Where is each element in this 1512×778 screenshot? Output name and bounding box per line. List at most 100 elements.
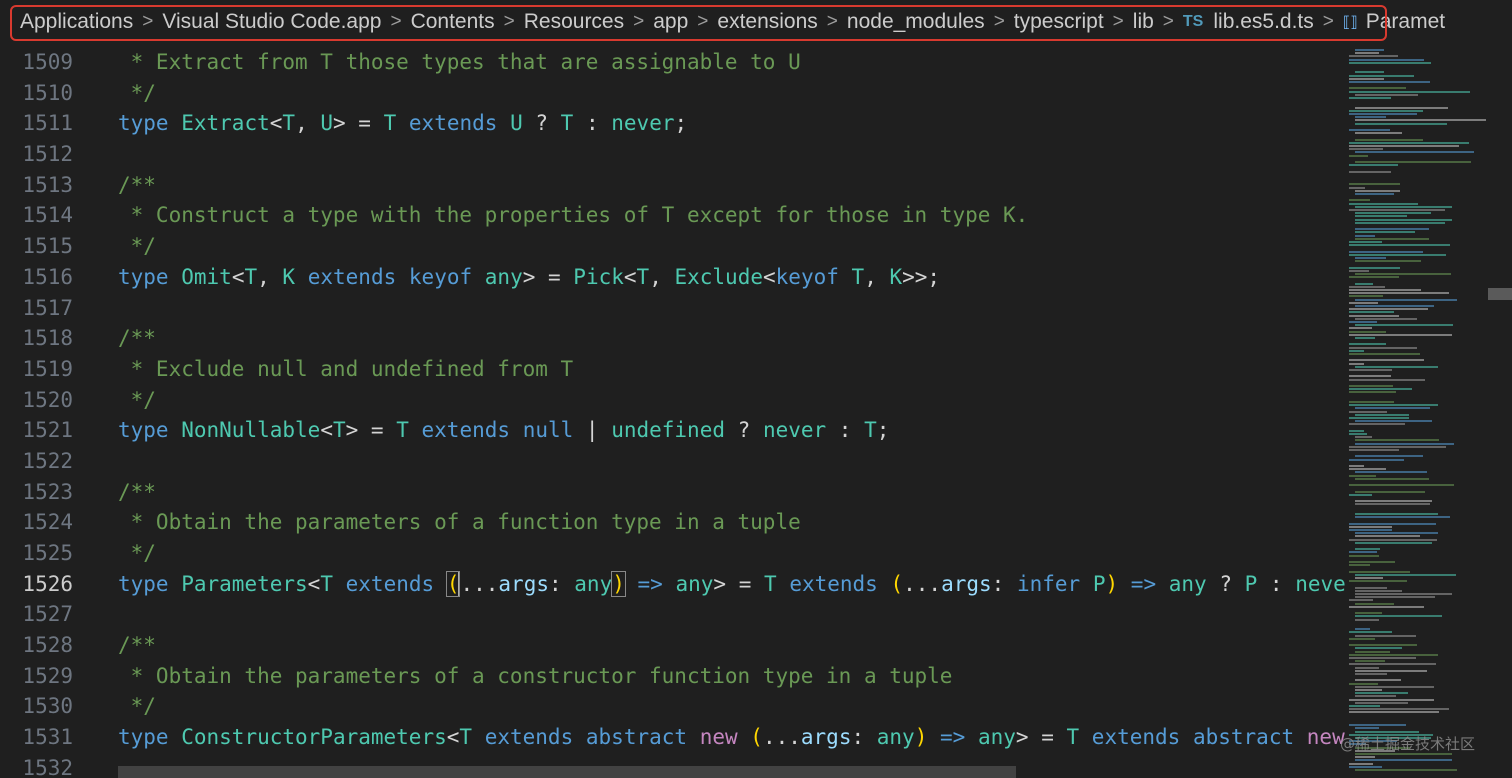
minimap[interactable] (1345, 47, 1487, 778)
minimap-line (1349, 285, 1385, 288)
watermark: @稀土掘金技术社区 (1340, 735, 1476, 753)
minimap-line (1349, 90, 1471, 93)
code-token: /** (118, 326, 156, 351)
code-line[interactable]: 1519 * Exclude null and undefined from T (0, 354, 1345, 385)
minimap-line (1355, 442, 1454, 445)
code-text: * Obtain the parameters of a function ty… (118, 507, 801, 538)
code-line[interactable]: 1523 /** (0, 477, 1345, 508)
code-line[interactable]: 1527 (0, 599, 1345, 630)
code-token: : (548, 571, 575, 596)
minimap-line (1355, 298, 1457, 301)
code-line[interactable]: 1509 * Extract from T those types that a… (0, 47, 1345, 78)
code-line[interactable]: 1530 */ (0, 691, 1345, 722)
code-token: ? (725, 418, 763, 443)
breadcrumb-item[interactable]: lib (1133, 10, 1154, 34)
minimap-line (1355, 490, 1425, 493)
code-line[interactable]: 1510 */ (0, 78, 1345, 109)
minimap-line (1355, 161, 1472, 163)
minimap-line (1349, 311, 1395, 314)
line-number: 1513 (22, 172, 73, 197)
code-text: /** (118, 323, 156, 354)
code-line[interactable]: 1518 /** (0, 323, 1345, 354)
code-line[interactable]: 1531 type ConstructorParameters<T extends… (0, 722, 1345, 753)
minimap-line (1349, 202, 1419, 205)
code-line[interactable]: 1517 (0, 293, 1345, 324)
code-token: * Obtain the parameters of a constructor… (118, 663, 953, 688)
minimap-line (1349, 343, 1386, 346)
breadcrumb-item[interactable]: Applications (20, 10, 133, 34)
line-number: 1532 (22, 755, 73, 778)
minimap-line (1349, 295, 1383, 298)
minimap-line (1355, 282, 1373, 285)
code-token: */ (118, 541, 156, 565)
code-line[interactable]: 1525 */ (0, 538, 1345, 569)
code-editor[interactable]: 1509 * Extract from T those types that a… (0, 47, 1345, 778)
horizontal-scrollbar[interactable] (118, 766, 1016, 778)
minimap-line (1355, 471, 1428, 474)
minimap-line (1355, 602, 1394, 605)
code-line[interactable]: 1514 * Construct a type with the propert… (0, 200, 1345, 231)
breadcrumb-item[interactable]: node_modules (847, 10, 985, 34)
minimap-line (1355, 221, 1445, 224)
code-line[interactable]: 1529 * Obtain the parameters of a constr… (0, 661, 1345, 692)
code-line[interactable]: 1513 /** (0, 170, 1345, 201)
vertical-scrollbar[interactable] (1488, 47, 1512, 778)
code-line[interactable]: 1511 type Extract<T, U> = T extends U ? T… (0, 108, 1345, 139)
code-line[interactable]: 1528 /** (0, 630, 1345, 661)
minimap-line (1355, 532, 1439, 535)
minimap-line (1355, 701, 1408, 704)
code-token: extends (345, 571, 435, 596)
minimap-line (1349, 253, 1446, 256)
breadcrumb-symbol[interactable]: ⟦⟧ Paramet (1343, 10, 1445, 34)
minimap-line (1355, 106, 1448, 109)
code-line[interactable]: 1522 (0, 446, 1345, 477)
code-token: */ (118, 387, 156, 412)
code-line[interactable]: 1524 * Obtain the parameters of a functi… (0, 507, 1345, 538)
minimap-line (1349, 410, 1387, 413)
code-token: U (320, 111, 334, 136)
scrollbar-slider[interactable] (1488, 288, 1512, 300)
code-token: T (459, 725, 473, 750)
breadcrumb-item[interactable]: app (653, 10, 688, 34)
code-text: /** (118, 170, 156, 201)
minimap-line (1355, 119, 1487, 122)
minimap-line (1355, 477, 1429, 480)
code-line[interactable]: 1526 type Parameters<T extends (...args: … (0, 569, 1345, 600)
breadcrumb-item[interactable]: extensions (717, 10, 817, 34)
code-token: new (699, 725, 738, 750)
minimap-line (1349, 276, 1400, 279)
minimap-line (1349, 711, 1439, 714)
minimap-line (1355, 305, 1434, 307)
code-line[interactable]: 1512 (0, 139, 1345, 170)
code-token: ? (1206, 571, 1245, 596)
minimap-line (1349, 391, 1396, 394)
code-line[interactable]: 1516 type Omit<T, K extends keyof any> = … (0, 262, 1345, 293)
breadcrumb-item[interactable]: typescript (1014, 10, 1104, 34)
code-line[interactable]: 1520 */ (0, 385, 1345, 416)
minimap-line (1349, 538, 1437, 541)
code-line[interactable]: 1515 */ (0, 231, 1345, 262)
code-line[interactable]: 1521 type NonNullable<T> = T extends null… (0, 415, 1345, 446)
breadcrumb-item[interactable]: Contents (411, 10, 495, 34)
code-token: * Extract from T those types that are as… (118, 50, 801, 74)
minimap-line (1349, 401, 1394, 403)
chevron-right-icon: > (826, 11, 838, 32)
breadcrumb-file[interactable]: TS lib.es5.d.ts (1183, 10, 1314, 34)
code-token: keyof (408, 264, 473, 289)
breadcrumb-item[interactable]: Visual Studio Code.app (162, 10, 381, 34)
code-token: < (446, 725, 460, 750)
code-token: >>; (902, 264, 941, 289)
breadcrumb-item[interactable]: Resources (524, 10, 624, 34)
code-text: type ConstructorParameters<T extends abs… (118, 722, 1345, 753)
minimap-line (1349, 388, 1412, 391)
code-token: : (991, 571, 1017, 596)
code-text: */ (118, 78, 156, 109)
minimap-line (1349, 708, 1449, 711)
minimap-line (1349, 637, 1376, 640)
line-number: 1512 (22, 142, 73, 167)
minimap-line (1355, 455, 1424, 458)
typescript-file-icon: TS (1182, 13, 1204, 30)
